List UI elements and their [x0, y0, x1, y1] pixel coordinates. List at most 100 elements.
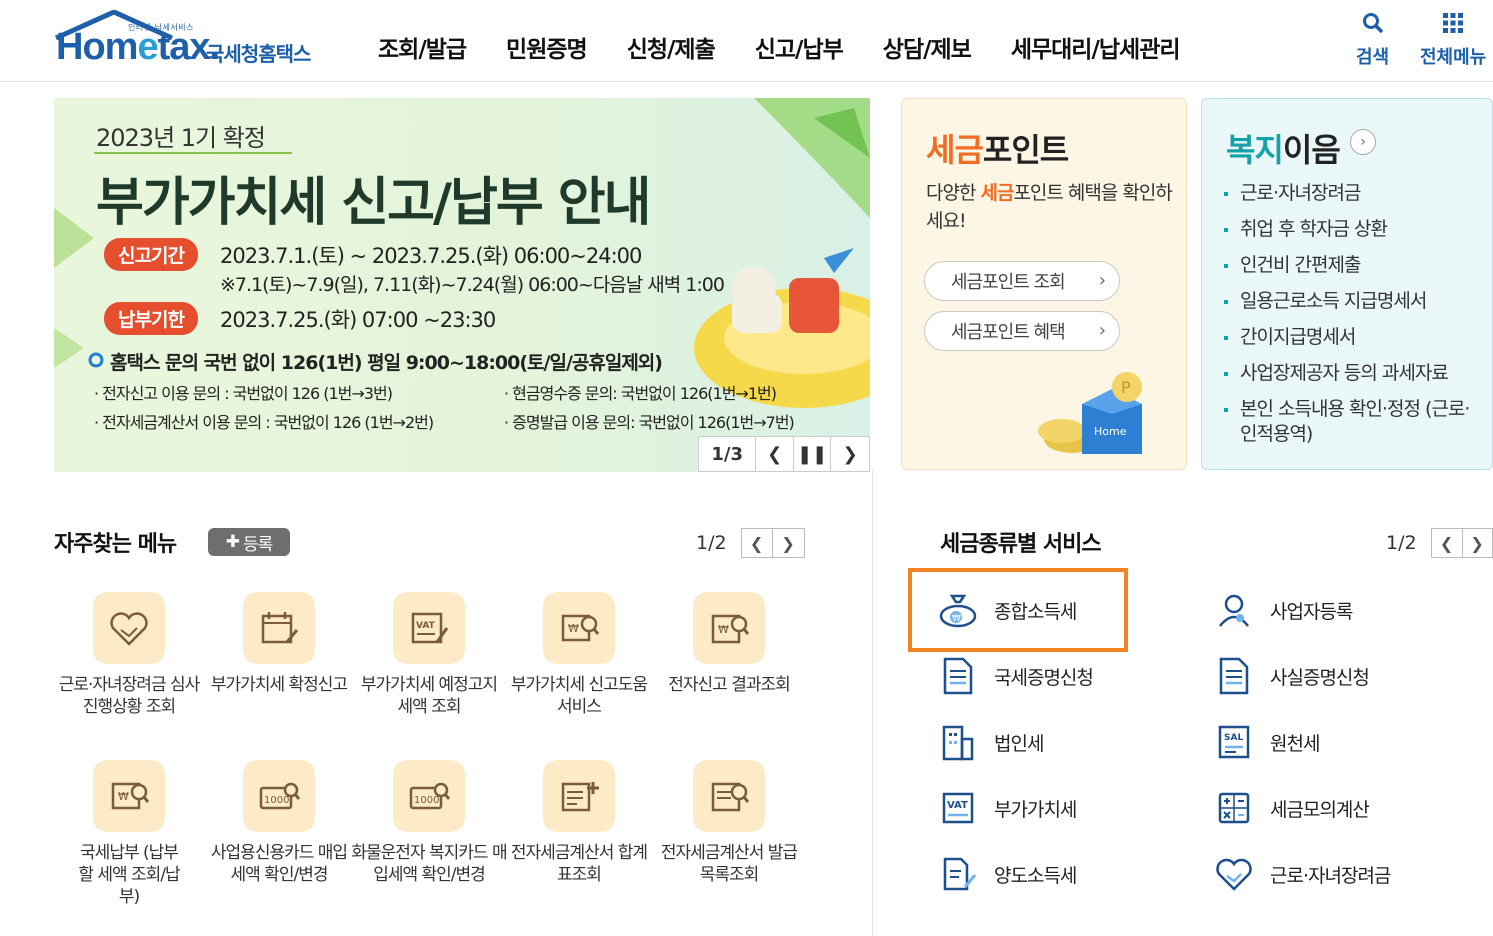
register-label: 등록 — [242, 534, 273, 555]
nav-item-certificate[interactable]: 민원증명 — [506, 30, 588, 64]
coin-box-icon: P Home — [1038, 372, 1142, 454]
favorite-label: 부가가치세 예정고지세액 조회 — [360, 675, 498, 717]
main-banner[interactable]: 2023년 1기 확정 부가가치세 신고/납부 안내 신고기간 2023.7.1… — [54, 98, 870, 472]
nav-item-report-pay[interactable]: 신고/납부 — [755, 30, 844, 64]
tax-services-next-button[interactable]: ❯ — [1462, 528, 1493, 558]
favorite-label: 화물운전자 복지카드 매입세액 확인/변경 — [351, 843, 507, 885]
tax-service-item[interactable]: 사실증명신청 — [1214, 656, 1370, 696]
chevron-right-icon: › — [1098, 270, 1106, 291]
tax-point-benefit-button[interactable]: 세금포인트 혜택 › — [924, 311, 1120, 351]
doc-pen-icon — [938, 854, 978, 894]
vat-edit-icon: VAT — [393, 592, 465, 664]
tax-service-item[interactable]: 근로·자녀장려금 — [1214, 854, 1391, 894]
banner-pause-button[interactable]: ❚❚ — [794, 437, 832, 471]
search-icon — [1362, 13, 1383, 34]
svg-text:₩: ₩ — [118, 790, 129, 803]
won-search-icon: ₩ — [543, 592, 615, 664]
nav-item-inquiry[interactable]: 조회/발급 — [378, 30, 467, 64]
tax-services-prev-button[interactable]: ❮ — [1430, 528, 1463, 558]
tax-point-inquiry-button[interactable]: 세금포인트 조회 › — [924, 261, 1120, 301]
card-search-icon: 1000 — [243, 760, 315, 832]
tax-service-label: 법인세 — [994, 732, 1044, 755]
svg-text:1000: 1000 — [414, 795, 439, 806]
welfare-item[interactable]: 본인 소득내용 확인·정정 (근로·인적용역) — [1224, 397, 1474, 447]
welfare-item[interactable]: 간이지급명세서 — [1224, 325, 1474, 350]
tax-service-label: 종합소득세 — [994, 600, 1077, 623]
logo-korean: 국세청홈택스 — [206, 42, 311, 66]
tax-point-desc: 다양한 세금포인트 혜택을 확인하세요! — [926, 182, 1173, 232]
favorite-item[interactable]: 부가가치세 확정신고 — [204, 592, 354, 696]
logo-wordmark: Hometax. — [56, 26, 220, 68]
favorites-prev-button[interactable]: ❮ — [740, 528, 773, 558]
banner-prev-button[interactable]: ❮ — [756, 437, 794, 471]
chevron-left-icon: ❮ — [1439, 533, 1454, 553]
svg-text:₩: ₩ — [568, 622, 579, 635]
tax-service-item[interactable]: ₩ 종합소득세 — [938, 590, 1077, 630]
hometax-logo[interactable]: 인터넷 납세서비스 Hometax. 국세청홈택스 — [52, 8, 332, 74]
chevron-right-icon: ❯ — [1470, 533, 1484, 553]
favorite-item[interactable]: ₩ 전자신고 결과조회 — [654, 592, 804, 696]
welfare-card: 복지이음 › 근로·자녀장려금 취업 후 학자금 상환 인건비 간편제출 일용근… — [1201, 98, 1493, 470]
tax-service-item[interactable]: 세금모의계산 — [1214, 788, 1370, 828]
favorite-item[interactable]: ₩ 국세납부 (납부할 세액 조회/납부) — [54, 760, 204, 908]
tax-point-title: 세금포인트 — [926, 131, 1069, 169]
nav-item-consult[interactable]: 상담/제보 — [883, 30, 972, 64]
tax-service-label: 세금모의계산 — [1270, 798, 1370, 821]
welfare-item[interactable]: 사업장제공자 등의 과세자료 — [1224, 361, 1474, 386]
welfare-more-button[interactable]: › — [1350, 129, 1376, 155]
pay-deadline-text: 2023.7.25.(화) 07:00 ~23:30 — [220, 308, 496, 332]
chevron-left-icon: ❮ — [749, 533, 764, 553]
chevron-left-icon: ❮ — [767, 443, 783, 465]
tax-service-item[interactable]: 양도소득세 — [938, 854, 1077, 894]
calendar-edit-icon — [243, 592, 315, 664]
banner-title: 부가가치세 신고/납부 안내 — [96, 173, 651, 233]
tax-service-item[interactable]: 국세증명신청 — [938, 656, 1094, 696]
favorites-register-button[interactable]: ✚ 등록 — [208, 528, 290, 556]
favorite-item[interactable]: ₩ 부가가치세 신고도움 서비스 — [504, 592, 654, 718]
pay-deadline-pill: 납부기한 — [104, 302, 198, 335]
svg-text:1000: 1000 — [264, 795, 289, 806]
tax-service-label: 사업자등록 — [1270, 600, 1353, 623]
all-menu-label: 전체메뉴 — [1420, 47, 1487, 68]
banner-next-button[interactable]: ❯ — [831, 437, 869, 471]
nav-item-apply[interactable]: 신청/제출 — [627, 30, 716, 64]
chevron-right-icon: ❯ — [842, 443, 858, 465]
search-button[interactable]: 검색 — [1356, 12, 1389, 69]
report-period-text: 2023.7.1.(토) ~ 2023.7.25.(화) 06:00~24:00 — [220, 244, 642, 268]
chevron-right-icon: › — [1360, 134, 1366, 150]
person-icon — [1214, 590, 1254, 630]
favorite-item[interactable]: 1000 사업용신용카드 매입세액 확인/변경 — [204, 760, 354, 886]
tax-service-label: 원천세 — [1270, 732, 1320, 755]
welfare-item[interactable]: 인건비 간편제출 — [1224, 253, 1474, 278]
favorite-item[interactable]: 전자세금계산서 발급목록조회 — [654, 760, 804, 886]
favorites-next-button[interactable]: ❯ — [772, 528, 805, 558]
welfare-item[interactable]: 근로·자녀장려금 — [1224, 181, 1474, 206]
tax-service-item[interactable]: VAT 부가가치세 — [938, 788, 1077, 828]
banner-subtitle-underline — [94, 152, 292, 154]
tax-point-benefit-label: 세금포인트 혜택 — [951, 322, 1066, 343]
all-menu-button[interactable]: 전체메뉴 — [1420, 12, 1486, 69]
grid-menu-icon — [1443, 13, 1464, 33]
welfare-title[interactable]: 복지이음 — [1226, 125, 1341, 171]
sal-doc-icon: SAL — [1214, 722, 1254, 762]
welfare-list: 근로·자녀장려금 취업 후 학자금 상환 인건비 간편제출 일용근로소득 지급명… — [1224, 181, 1474, 458]
favorite-item[interactable]: VAT 부가가치세 예정고지세액 조회 — [354, 592, 504, 718]
welfare-item[interactable]: 취업 후 학자금 상환 — [1224, 217, 1474, 242]
tax-service-item[interactable]: 법인세 — [938, 722, 1044, 762]
vat-icon: VAT — [938, 788, 978, 828]
favorite-item[interactable]: 1000 화물운전자 복지카드 매입세액 확인/변경 — [351, 760, 508, 886]
tax-point-card: 세금포인트 다양한 세금포인트 혜택을 확인하세요! 세금포인트 조회 › 세금… — [901, 98, 1187, 470]
tax-services-page: 1/2 — [1386, 532, 1417, 554]
tax-service-item[interactable]: 사업자등록 — [1214, 590, 1353, 630]
box-home-label: Home — [1094, 425, 1127, 438]
section-divider — [872, 470, 873, 936]
favorite-item[interactable]: 전자세금계산서 합계표조회 — [504, 760, 654, 886]
welfare-item[interactable]: 일용근로소득 지급명세서 — [1224, 289, 1474, 314]
invoice-search-icon — [693, 760, 765, 832]
money-bag-icon: ₩ — [938, 590, 978, 630]
nav-item-agent[interactable]: 세무대리/납세관리 — [1011, 30, 1181, 64]
banner-slide-index: 1/3 — [699, 437, 757, 471]
tax-service-item[interactable]: SAL 원천세 — [1214, 722, 1320, 762]
favorite-item[interactable]: 근로·자녀장려금 심사진행상황 조회 — [54, 592, 204, 718]
favorite-label: 사업용신용카드 매입세액 확인/변경 — [210, 843, 348, 885]
